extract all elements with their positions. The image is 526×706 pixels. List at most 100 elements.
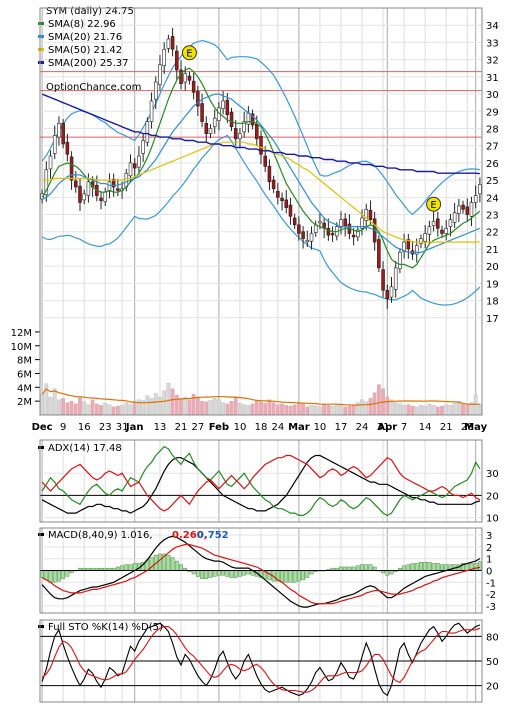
- volume-bar: [309, 405, 314, 416]
- macd-histogram-bar: [368, 564, 373, 571]
- macd-histogram-bar: [280, 570, 284, 583]
- candle-body: [78, 185, 82, 203]
- volume-bar: [132, 401, 137, 416]
- volume-bar: [355, 402, 360, 416]
- macd-histogram-bar: [427, 562, 432, 571]
- volume-bar: [61, 398, 65, 416]
- volume-bar: [297, 403, 301, 416]
- volume-tick-label: 4M: [17, 383, 32, 394]
- macd-histogram-bar: [309, 570, 314, 575]
- macd-histogram-bar: [191, 570, 196, 575]
- volume-bar: [347, 405, 352, 416]
- volume-bar: [94, 403, 99, 416]
- volume-bar: [200, 401, 204, 416]
- macd-histogram-bar: [301, 570, 305, 581]
- macd-histogram-bar: [339, 566, 343, 571]
- date-axis-label: Feb: [209, 422, 229, 433]
- candle-body: [208, 128, 213, 134]
- volume-bar: [385, 396, 390, 416]
- candle-body: [229, 111, 234, 128]
- volume-bar: [280, 403, 284, 416]
- candle-body: [297, 224, 301, 234]
- macd-histogram-bar: [57, 570, 61, 582]
- macd-histogram-bar: [372, 566, 377, 571]
- volume-bar: [414, 406, 419, 416]
- adx-title: ADX(14) 17.48: [48, 443, 122, 454]
- candle-body: [132, 163, 137, 169]
- candle-body: [440, 229, 444, 234]
- candle-body: [233, 128, 238, 140]
- macd-histogram-bar: [217, 570, 221, 576]
- price-tick-label: 33: [486, 38, 499, 49]
- volume-bar: [212, 398, 217, 416]
- macd-histogram-bar: [389, 570, 394, 575]
- volume-bar: [208, 400, 213, 416]
- candle-body: [330, 233, 335, 236]
- macd-histogram-bar: [360, 564, 364, 571]
- volume-bar: [444, 404, 449, 416]
- candle-body: [271, 179, 276, 190]
- price-tick-label: 30: [486, 90, 499, 101]
- legend-swatch: [38, 48, 44, 51]
- macd-histogram-bar: [465, 563, 470, 571]
- candle-body: [280, 197, 284, 202]
- sto-legend-swatch: [38, 625, 44, 628]
- volume-bar: [242, 404, 246, 416]
- date-axis-label: 24: [271, 422, 284, 433]
- candle-body: [284, 199, 289, 208]
- volume-bar: [82, 401, 87, 416]
- candle-body: [431, 221, 436, 227]
- macd-histogram-bar: [288, 570, 293, 583]
- candle-body: [457, 205, 461, 214]
- price-panel: 171819202122232425262728293031323334EESY…: [11, 6, 499, 433]
- macd-histogram-bar: [44, 570, 49, 581]
- macd-histogram-bar: [414, 563, 419, 571]
- macd-hist-value: 0.752: [197, 530, 229, 541]
- date-axis-label: May: [464, 422, 487, 433]
- volume-bar: [448, 405, 453, 416]
- sto-tick-label: 50: [486, 657, 499, 668]
- candle-body: [305, 240, 310, 243]
- candle-body: [82, 193, 86, 201]
- volume-bar: [465, 405, 470, 416]
- macd-histogram-bar: [195, 570, 200, 577]
- volume-bar: [204, 401, 209, 416]
- macd-tick-label: 0: [486, 567, 492, 578]
- macd-histogram-bar: [292, 570, 297, 583]
- macd-tick-label: 2: [486, 543, 492, 554]
- volume-bar: [69, 401, 74, 416]
- candle-body: [385, 289, 390, 300]
- price-tick-label: 20: [486, 262, 499, 273]
- macd-histogram-bar: [297, 570, 301, 582]
- macd-histogram-bar: [410, 563, 415, 571]
- candle-body: [343, 218, 347, 227]
- candle-body: [170, 36, 175, 50]
- candle-body: [448, 219, 453, 227]
- candle-body: [427, 226, 432, 235]
- adx-tick-label: 30: [486, 469, 499, 480]
- volume-bar: [334, 403, 339, 416]
- date-axis-label: 7: [401, 422, 407, 433]
- macd-histogram-bar: [115, 566, 120, 571]
- volume-bar: [145, 395, 150, 416]
- price-tick-label: 26: [486, 159, 499, 170]
- sto-panel: 80 50 20 Full STO %K(14) %D(5): [38, 619, 499, 703]
- volume-bar: [330, 405, 335, 416]
- macd-histogram-bar: [478, 561, 482, 571]
- volume-bar: [128, 404, 133, 416]
- macd-histogram-bar: [233, 570, 238, 578]
- candle-body: [473, 195, 478, 203]
- candle-body: [389, 286, 394, 298]
- candle-body: [65, 141, 70, 155]
- volume-bar: [410, 405, 415, 416]
- macd-panel: 3210-1-2-3MACD(8,40,9) 1.016, 0.260,0.752: [38, 527, 496, 614]
- volume-bar: [124, 402, 129, 416]
- candle-body: [141, 140, 145, 154]
- macd-histogram-bar: [221, 570, 225, 576]
- date-axis-label: Jan: [125, 422, 144, 433]
- volume-bar: [187, 399, 192, 416]
- volume-bar: [326, 405, 331, 416]
- macd-histogram-bar: [212, 570, 217, 577]
- macd-histogram-bar: [48, 570, 53, 583]
- volume-tick-label: 6M: [17, 369, 32, 380]
